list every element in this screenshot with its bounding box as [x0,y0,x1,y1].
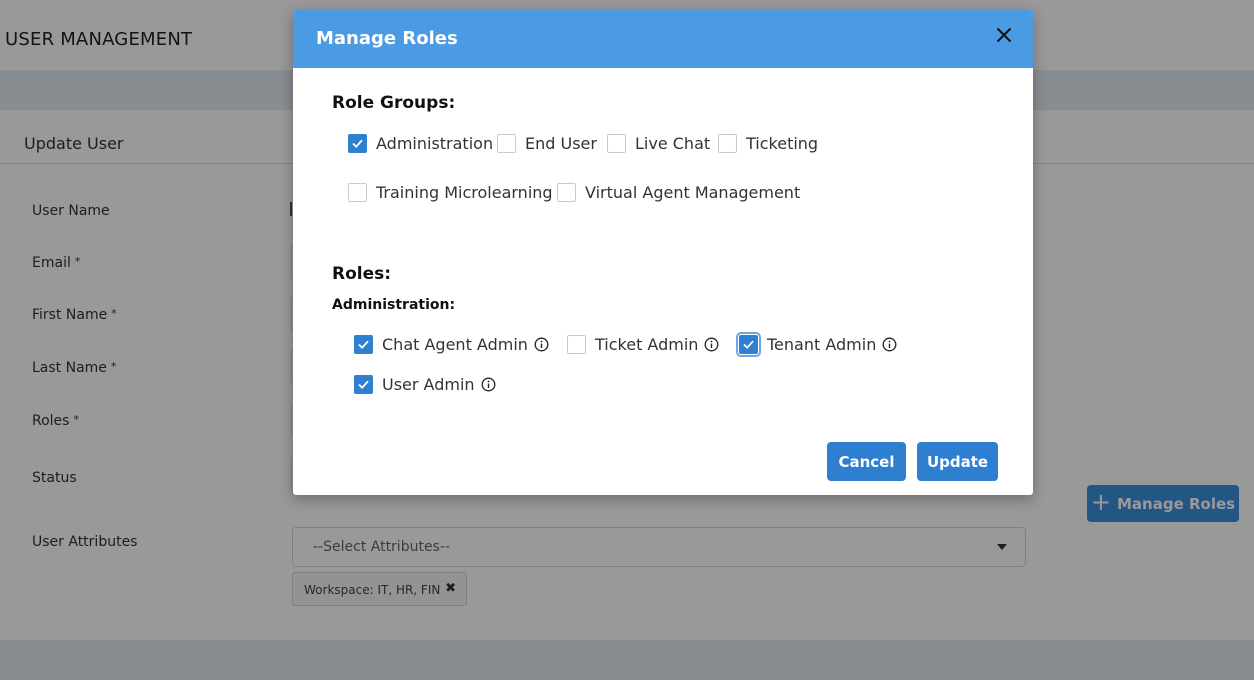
roles-heading: Roles: [332,264,392,284]
checkbox[interactable] [354,374,373,394]
role-groups-heading: Role Groups: [332,93,456,113]
checkbox[interactable] [736,331,761,357]
checkbox[interactable] [607,133,626,153]
checkbox[interactable] [557,182,576,202]
role-user-admin[interactable]: User Admin [354,373,496,395]
info-icon[interactable] [481,377,496,392]
checkbox[interactable] [354,334,373,354]
role-group-label: Administration [376,133,494,153]
role-group-label: Ticketing [746,133,819,153]
role-group-ticketing[interactable]: Ticketing [718,132,818,154]
role-group-administration[interactable]: Administration [348,132,493,154]
role-tenant-admin[interactable]: Tenant Admin [736,331,897,357]
role-group-label: Virtual Agent Management [585,182,801,202]
checkbox[interactable] [567,334,586,354]
roles-subheading: Administration: [332,297,456,313]
modal-header: Manage Roles [293,10,1033,68]
manage-roles-modal: Manage Roles Role Groups: Administration… [293,10,1033,495]
role-group-label: End User [525,133,597,153]
check-icon [358,380,369,389]
info-icon[interactable] [704,337,719,352]
role-label: Ticket Admin [595,334,699,354]
check-icon [352,139,363,148]
check-icon [358,340,369,349]
checkbox[interactable] [348,133,367,153]
check-icon [743,340,754,349]
role-chat-agent-admin[interactable]: Chat Agent Admin [354,333,549,355]
role-label: Tenant Admin [767,334,877,354]
role-group-virtual-agent-management[interactable]: Virtual Agent Management [557,181,800,203]
role-group-end-user[interactable]: End User [497,132,597,154]
checkbox[interactable] [718,133,737,153]
role-group-training-microlearning[interactable]: Training Microlearning [348,181,553,203]
modal-title: Manage Roles [316,28,458,49]
role-ticket-admin[interactable]: Ticket Admin [567,333,719,355]
info-icon[interactable] [882,337,897,352]
role-group-live-chat[interactable]: Live Chat [607,132,710,154]
info-icon[interactable] [534,337,549,352]
role-group-label: Training Microlearning [376,182,553,202]
role-label: User Admin [382,374,475,394]
checkbox[interactable] [497,133,516,153]
role-group-label: Live Chat [635,133,711,153]
cancel-button[interactable]: Cancel [827,442,906,481]
role-label: Chat Agent Admin [382,334,528,354]
close-icon[interactable] [993,24,1015,46]
update-button[interactable]: Update [917,442,998,481]
checkbox[interactable] [348,182,367,202]
